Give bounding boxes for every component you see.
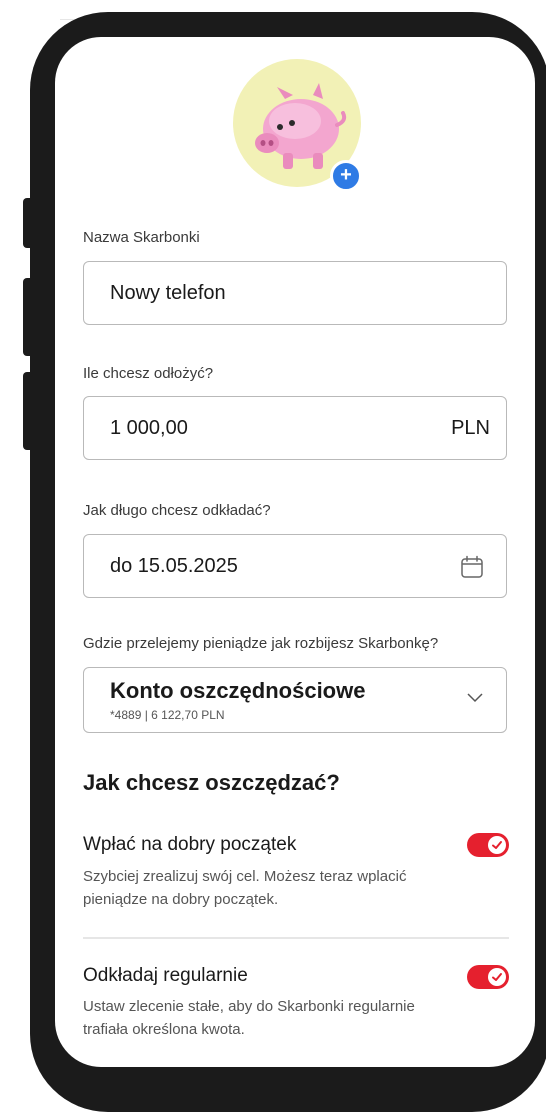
- name-input[interactable]: Nowy telefon: [83, 261, 507, 325]
- plus-icon: +: [340, 164, 352, 186]
- date-value: do 15.05.2025: [110, 555, 238, 577]
- chevron-down-icon: [467, 693, 483, 703]
- option-start-title: Wpłać na dobry początek: [83, 834, 297, 855]
- phone-screen: + Nazwa Skarbonki Nowy telefon Ile chces…: [55, 37, 535, 1067]
- options-divider: [83, 937, 509, 939]
- piggy-avatar[interactable]: +: [233, 59, 362, 192]
- option-regular-toggle[interactable]: [467, 965, 509, 989]
- date-input[interactable]: do 15.05.2025: [83, 534, 507, 598]
- amount-input[interactable]: 1 000,00 PLN: [83, 396, 507, 460]
- name-value: Nowy telefon: [110, 282, 226, 304]
- check-icon: [492, 841, 502, 849]
- option-regular-title: Odkładaj regularnie: [83, 965, 248, 986]
- amount-value: 1 000,00: [110, 417, 188, 439]
- check-icon: [492, 973, 502, 981]
- option-start-desc: Szybciej zrealizuj swój cel. Możesz tera…: [83, 868, 407, 908]
- add-photo-button[interactable]: +: [330, 160, 362, 192]
- option-start-toggle[interactable]: [467, 833, 509, 857]
- account-name: Konto oszczędnościowe: [110, 678, 366, 703]
- name-label: Nazwa Skarbonki: [83, 229, 200, 246]
- account-label: Gdzie przelejemy pieniądze jak rozbijesz…: [83, 635, 439, 652]
- amount-label: Ile chcesz odłożyć?: [83, 365, 214, 382]
- account-details: *4889 | 6 122,70 PLN: [110, 708, 225, 722]
- toggle-knob: [488, 836, 506, 854]
- duration-label: Jak długo chcesz odkładać?: [83, 502, 271, 519]
- option-regular-desc: Ustaw zlecenie stałe, aby do Skarbonki r…: [83, 998, 415, 1038]
- calendar-icon[interactable]: [460, 555, 484, 579]
- account-select[interactable]: Konto oszczędnościowe *4889 | 6 122,70 P…: [83, 667, 507, 733]
- currency-label: PLN: [451, 417, 490, 439]
- toggle-knob: [488, 968, 506, 986]
- saving-section-title: Jak chcesz oszczędzać?: [83, 770, 340, 795]
